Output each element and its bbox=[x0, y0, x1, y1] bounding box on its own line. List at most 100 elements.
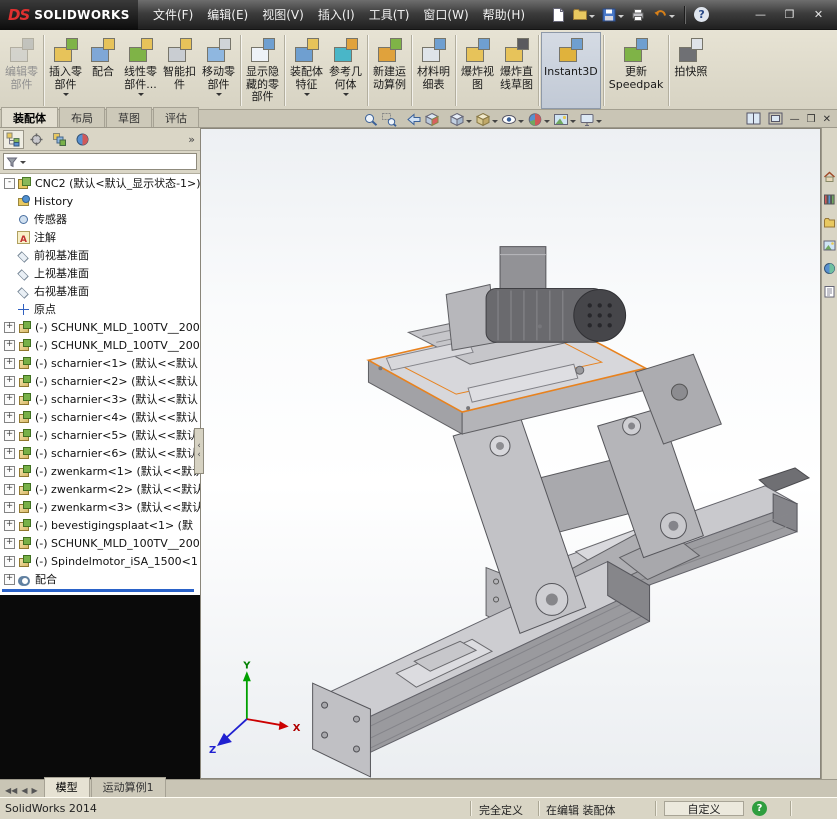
exploded-view-button[interactable]: 爆炸视图 bbox=[458, 32, 497, 109]
quick-tip-icon[interactable]: ? bbox=[752, 801, 767, 816]
featuremanager-tree-tab[interactable] bbox=[3, 130, 24, 149]
menu-insert[interactable]: 插入(I) bbox=[311, 2, 362, 27]
explode-line-sketch-button[interactable]: 爆炸直线草图 bbox=[497, 32, 536, 109]
print-button[interactable] bbox=[628, 4, 648, 26]
tab-scroll-next-icon[interactable]: ▶ bbox=[31, 786, 37, 795]
edit-appearance-icon[interactable] bbox=[526, 112, 544, 128]
doc-restore-button[interactable]: ❒ bbox=[807, 114, 816, 125]
tree-item-component[interactable]: + (-) zwenkarm<3> (默认<<默认 bbox=[0, 498, 200, 516]
expand-box[interactable]: + bbox=[4, 394, 15, 405]
expand-box[interactable]: + bbox=[4, 466, 15, 477]
custom-dropdown[interactable]: 自定义 bbox=[664, 801, 744, 816]
tree-item-sensors[interactable]: 传感器 bbox=[0, 210, 200, 228]
tab-scroll-prev-icon[interactable]: ◀ bbox=[21, 786, 27, 795]
tab-assembly[interactable]: 装配体 bbox=[1, 107, 58, 127]
tree-item-component[interactable]: + (-) scharnier<2> (默认<<默认 bbox=[0, 372, 200, 390]
maximize-button[interactable]: ❐ bbox=[776, 5, 803, 24]
move-component-button[interactable]: 移动零部件 bbox=[199, 32, 238, 109]
graphics-viewport[interactable]: Y X Z bbox=[200, 128, 821, 779]
edit-component-button[interactable]: 编辑零部件 bbox=[2, 32, 41, 109]
expand-box[interactable]: + bbox=[4, 376, 15, 387]
tree-item-mates[interactable]: + 配合 bbox=[0, 570, 200, 588]
tab-layout[interactable]: 布局 bbox=[59, 107, 105, 127]
new-motion-study-button[interactable]: 新建运动算例 bbox=[370, 32, 409, 109]
tree-item-component[interactable]: + (-) scharnier<4> (默认<<默认 bbox=[0, 408, 200, 426]
tree-item-component[interactable]: + (-) scharnier<1> (默认<<默认 bbox=[0, 354, 200, 372]
insert-component-button[interactable]: 插入零部件 bbox=[46, 32, 85, 109]
previous-view-icon[interactable] bbox=[405, 112, 423, 128]
close-button[interactable]: ✕ bbox=[805, 5, 832, 24]
new-document-button[interactable] bbox=[548, 4, 568, 26]
file-explorer-icon[interactable] bbox=[823, 214, 836, 227]
expand-box[interactable]: + bbox=[4, 412, 15, 423]
take-snapshot-button[interactable]: 拍快照 bbox=[671, 32, 710, 109]
doc-close-button[interactable]: ✕ bbox=[823, 114, 831, 125]
expand-box[interactable]: + bbox=[4, 502, 15, 513]
mate-button[interactable]: 配合 bbox=[85, 32, 121, 109]
expand-box[interactable]: + bbox=[4, 358, 15, 369]
doc-minimize-button[interactable]: — bbox=[790, 114, 800, 125]
update-speedpak-button[interactable]: 更新Speedpak bbox=[606, 32, 667, 109]
expand-box[interactable]: + bbox=[4, 556, 15, 567]
tab-model[interactable]: 模型 bbox=[44, 777, 90, 797]
undo-button[interactable] bbox=[650, 4, 677, 26]
instant3d-button[interactable]: Instant3D bbox=[541, 32, 601, 109]
view-orientation-icon[interactable] bbox=[448, 112, 466, 128]
chevron-expand-icon[interactable]: » bbox=[188, 133, 197, 146]
expand-box[interactable]: + bbox=[4, 520, 15, 531]
expand-box[interactable]: + bbox=[4, 538, 15, 549]
expand-box[interactable]: + bbox=[4, 340, 15, 351]
tab-evaluate[interactable]: 评估 bbox=[153, 107, 199, 127]
design-library-icon[interactable] bbox=[823, 191, 836, 204]
custom-properties-icon[interactable] bbox=[823, 283, 836, 296]
help-button[interactable]: ? bbox=[692, 4, 711, 26]
display-style-icon[interactable] bbox=[474, 112, 492, 128]
expand-box[interactable]: + bbox=[4, 322, 15, 333]
bill-of-materials-button[interactable]: 材料明细表 bbox=[414, 32, 453, 109]
menu-tools[interactable]: 工具(T) bbox=[362, 2, 417, 27]
configurationmanager-tab[interactable] bbox=[49, 130, 70, 149]
tree-item-annotations[interactable]: A 注解 bbox=[0, 228, 200, 246]
assembly-features-button[interactable]: 装配体特征 bbox=[287, 32, 326, 109]
home-icon[interactable] bbox=[823, 168, 836, 181]
tab-motion-study[interactable]: 运动算例1 bbox=[91, 777, 166, 797]
split-view-icon[interactable] bbox=[746, 110, 761, 129]
tree-item-component[interactable]: + (-) Spindelmotor_iSA_1500<1 bbox=[0, 552, 200, 570]
reference-geometry-button[interactable]: 参考几何体 bbox=[326, 32, 365, 109]
section-view-icon[interactable] bbox=[423, 112, 441, 128]
collapse-box[interactable]: - bbox=[4, 178, 15, 189]
tree-item-origin[interactable]: 原点 bbox=[0, 300, 200, 318]
menu-file[interactable]: 文件(F) bbox=[146, 2, 200, 27]
minimize-button[interactable]: — bbox=[747, 5, 774, 24]
hide-show-items-icon[interactable] bbox=[500, 112, 518, 128]
tab-sketch[interactable]: 草图 bbox=[106, 107, 152, 127]
menu-edit[interactable]: 编辑(E) bbox=[200, 2, 255, 27]
tree-item-front-plane[interactable]: 前视基准面 bbox=[0, 246, 200, 264]
expand-box[interactable]: + bbox=[4, 484, 15, 495]
menu-help[interactable]: 帮助(H) bbox=[476, 2, 532, 27]
tree-item-right-plane[interactable]: 右视基准面 bbox=[0, 282, 200, 300]
tree-item-history[interactable]: History bbox=[0, 192, 200, 210]
tree-item-component[interactable]: + (-) zwenkarm<1> (默认<<默认 bbox=[0, 462, 200, 480]
appearances-icon[interactable] bbox=[823, 260, 836, 273]
panel-splitter-handle[interactable]: ‹ ‹ bbox=[194, 428, 204, 474]
tree-item-component[interactable]: + (-) bevestigingsplaat<1> (默 bbox=[0, 516, 200, 534]
save-button[interactable] bbox=[599, 4, 626, 26]
linear-component-pattern-button[interactable]: 线性零部件... bbox=[121, 32, 160, 109]
tree-item-top-plane[interactable]: 上视基准面 bbox=[0, 264, 200, 282]
tree-filter-input[interactable] bbox=[3, 153, 197, 170]
apply-scene-icon[interactable] bbox=[552, 112, 570, 128]
propertymanager-tab[interactable] bbox=[26, 130, 47, 149]
tree-item-component[interactable]: + (-) scharnier<3> (默认<<默认 bbox=[0, 390, 200, 408]
tree-item-component[interactable]: + (-) SCHUNK_MLD_100TV__2000 bbox=[0, 318, 200, 336]
tree-item-cnc2[interactable]: - CNC2 (默认<默认_显示状态-1>) bbox=[0, 174, 200, 192]
menu-view[interactable]: 视图(V) bbox=[255, 2, 311, 27]
view-settings-icon[interactable] bbox=[578, 112, 596, 128]
tree-item-component[interactable]: + (-) scharnier<6> (默认<<默认 bbox=[0, 444, 200, 462]
zoom-to-area-icon[interactable] bbox=[380, 112, 398, 128]
rollback-bar[interactable] bbox=[2, 589, 194, 592]
expand-box[interactable]: + bbox=[4, 430, 15, 441]
tree-item-component[interactable]: + (-) zwenkarm<2> (默认<<默认 bbox=[0, 480, 200, 498]
smart-fasteners-button[interactable]: 智能扣件 bbox=[160, 32, 199, 109]
tree-item-component[interactable]: + (-) scharnier<5> (默认<<默认 bbox=[0, 426, 200, 444]
